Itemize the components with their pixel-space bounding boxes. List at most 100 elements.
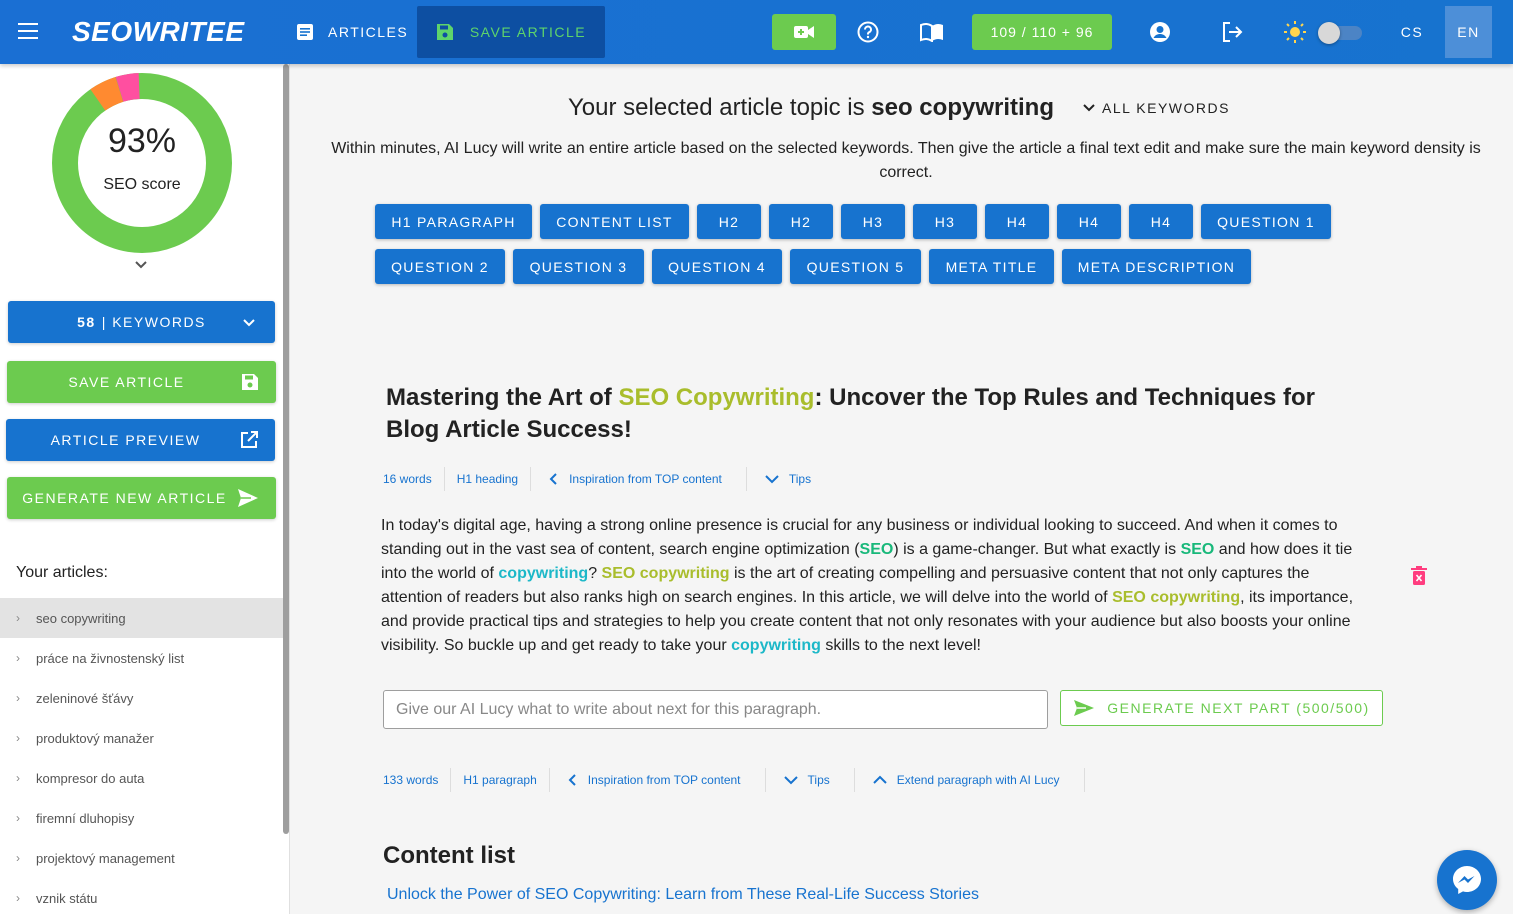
- help-button[interactable]: [856, 18, 880, 46]
- article-h1-heading[interactable]: Mastering the Art of SEO Copywriting: Un…: [386, 382, 1346, 446]
- logout-icon: [1223, 22, 1243, 42]
- video-tutorial-button[interactable]: [772, 14, 836, 50]
- chevron-down-icon: [243, 319, 255, 327]
- chevron-down-icon: [1083, 104, 1095, 112]
- content-list-item-link[interactable]: Unlock the Power of SEO Copywriting: Lea…: [387, 886, 979, 904]
- section-button-question-3[interactable]: QUESTION 3: [513, 249, 644, 284]
- h1-text-part1: Mastering the Art of: [386, 384, 619, 411]
- chevron-right-icon: ›: [16, 891, 20, 905]
- articles-nav-button[interactable]: ARTICLES: [290, 6, 414, 58]
- save-article-button[interactable]: SAVE ARTICLE: [7, 361, 276, 403]
- section-button-question-2[interactable]: QUESTION 2: [375, 249, 505, 284]
- article-preview-button[interactable]: ARTICLE PREVIEW: [6, 419, 275, 461]
- section-button-content-list[interactable]: CONTENT LIST: [540, 204, 689, 239]
- section-button-question-1[interactable]: QUESTION 1: [1201, 204, 1331, 239]
- section-button-meta-description[interactable]: META DESCRIPTION: [1062, 249, 1251, 284]
- top-app-bar: SEOWRITEE ARTICLES SAVE ARTICLE 109 / 11…: [0, 0, 1513, 64]
- h1-paragraph-text[interactable]: In today's digital age, having a strong …: [381, 514, 1361, 658]
- seo-score-donut: [52, 73, 232, 254]
- article-list-item[interactable]: › projektový management: [0, 838, 283, 878]
- credits-button[interactable]: 109 / 110 + 96: [972, 14, 1112, 50]
- chevron-right-icon: ›: [16, 691, 20, 705]
- open-in-new-icon: [241, 431, 258, 448]
- chevron-left-icon: [568, 774, 576, 786]
- h1-inspiration-label: Inspiration from TOP content: [569, 472, 722, 486]
- article-list-item[interactable]: › firemní dluhopisy: [0, 798, 283, 838]
- generate-next-part-label: GENERATE NEXT PART (500/500): [1107, 700, 1370, 716]
- sun-icon: [1284, 21, 1306, 43]
- ai-prompt-input[interactable]: [383, 690, 1048, 729]
- chevron-right-icon: ›: [16, 611, 20, 625]
- extend-paragraph-button[interactable]: Extend paragraph with AI Lucy: [855, 768, 1085, 792]
- article-list-item[interactable]: › vznik státu: [0, 878, 283, 914]
- h1-tips-label: Tips: [788, 472, 812, 486]
- main-content: Your selected article topic is seo copyw…: [290, 64, 1513, 914]
- video-plus-icon: [794, 26, 814, 38]
- para-inspiration-button[interactable]: Inspiration from TOP content: [550, 768, 766, 792]
- content-list-heading: Content list: [383, 842, 515, 869]
- theme-button[interactable]: [1282, 18, 1308, 46]
- section-button-question-5[interactable]: QUESTION 5: [790, 249, 921, 284]
- account-button[interactable]: [1148, 18, 1172, 46]
- h1-word-count: 16 words: [383, 467, 445, 491]
- save-article-top-button[interactable]: SAVE ARTICLE: [417, 6, 605, 58]
- generate-next-part-button[interactable]: GENERATE NEXT PART (500/500): [1060, 690, 1383, 726]
- sidebar-scrollbar[interactable]: [283, 64, 289, 834]
- chevron-right-icon: ›: [16, 811, 20, 825]
- chevron-down-icon: [765, 475, 779, 484]
- section-button-h2[interactable]: H2: [769, 204, 833, 239]
- para-tips-label: Tips: [807, 773, 830, 787]
- book-icon: [920, 22, 943, 42]
- section-button-question-4[interactable]: QUESTION 4: [652, 249, 782, 284]
- all-keywords-label: ALL KEYWORDS: [1102, 100, 1230, 116]
- h1-tips-button[interactable]: Tips: [747, 467, 823, 491]
- chevron-down-icon[interactable]: [132, 256, 150, 274]
- section-button-h2[interactable]: H2: [697, 204, 761, 239]
- section-button-h3[interactable]: H3: [913, 204, 977, 239]
- messenger-icon: [1453, 866, 1481, 894]
- app-logo[interactable]: SEOWRITEE: [72, 16, 245, 48]
- section-button-h3[interactable]: H3: [841, 204, 905, 239]
- menu-icon[interactable]: [18, 23, 38, 41]
- language-cs-button[interactable]: CS: [1392, 6, 1432, 58]
- guide-button[interactable]: [918, 18, 946, 46]
- language-en-button[interactable]: EN: [1445, 6, 1492, 58]
- delete-icon[interactable]: [1410, 566, 1428, 586]
- keywords-dropdown-button[interactable]: 58 | KEYWORDS: [8, 301, 275, 343]
- section-button-h1-paragraph[interactable]: H1 PARAGRAPH: [375, 204, 532, 239]
- logout-button[interactable]: [1220, 18, 1244, 46]
- article-list-item[interactable]: › práce na živnostenský list: [0, 638, 283, 678]
- para-keyword: SEO copywriting: [601, 565, 730, 582]
- h1-type-label: H1 heading: [445, 467, 532, 491]
- language-cs-label: CS: [1400, 24, 1424, 40]
- your-articles-heading: Your articles:: [16, 564, 108, 581]
- article-list-item[interactable]: › zeleninové šťávy: [0, 678, 283, 718]
- article-list-item[interactable]: › seo copywriting: [0, 598, 283, 638]
- article-list-item[interactable]: › produktový manažer: [0, 718, 283, 758]
- article-list-item[interactable]: › kompresor do auta: [0, 758, 283, 798]
- section-button-meta-title[interactable]: META TITLE: [929, 249, 1054, 284]
- article-list-label: práce na živnostenský list: [36, 650, 185, 666]
- extend-paragraph-label: Extend paragraph with AI Lucy: [896, 773, 1060, 787]
- para-inspiration-label: Inspiration from TOP content: [587, 773, 741, 787]
- generate-new-article-label: GENERATE NEW ARTICLE: [22, 490, 227, 506]
- toggle-knob: [1318, 22, 1340, 44]
- h1-inspiration-button[interactable]: Inspiration from TOP content: [531, 467, 747, 491]
- para-tips-button[interactable]: Tips: [766, 768, 855, 792]
- section-button-h4[interactable]: H4: [985, 204, 1049, 239]
- section-button-h4[interactable]: H4: [1129, 204, 1193, 239]
- article-list-label: produktový manažer: [36, 730, 154, 746]
- para-text: skills to the next level!: [820, 637, 981, 654]
- send-icon: [1074, 700, 1095, 716]
- article-list-label: zeleninové šťávy: [36, 690, 134, 706]
- topic-value: seo copywriting: [871, 94, 1054, 121]
- section-button-h4[interactable]: H4: [1057, 204, 1121, 239]
- para-keyword: copywriting: [731, 637, 821, 654]
- all-keywords-toggle[interactable]: ALL KEYWORDS: [1082, 100, 1230, 116]
- messenger-chat-button[interactable]: [1437, 850, 1497, 910]
- dark-mode-toggle[interactable]: [1316, 20, 1364, 44]
- article-icon: [297, 24, 313, 40]
- paragraph-meta-toolbar: 133 words H1 paragraph Inspiration from …: [383, 768, 1085, 792]
- para-word-count: 133 words: [383, 768, 452, 792]
- generate-new-article-button[interactable]: GENERATE NEW ARTICLE: [7, 477, 276, 519]
